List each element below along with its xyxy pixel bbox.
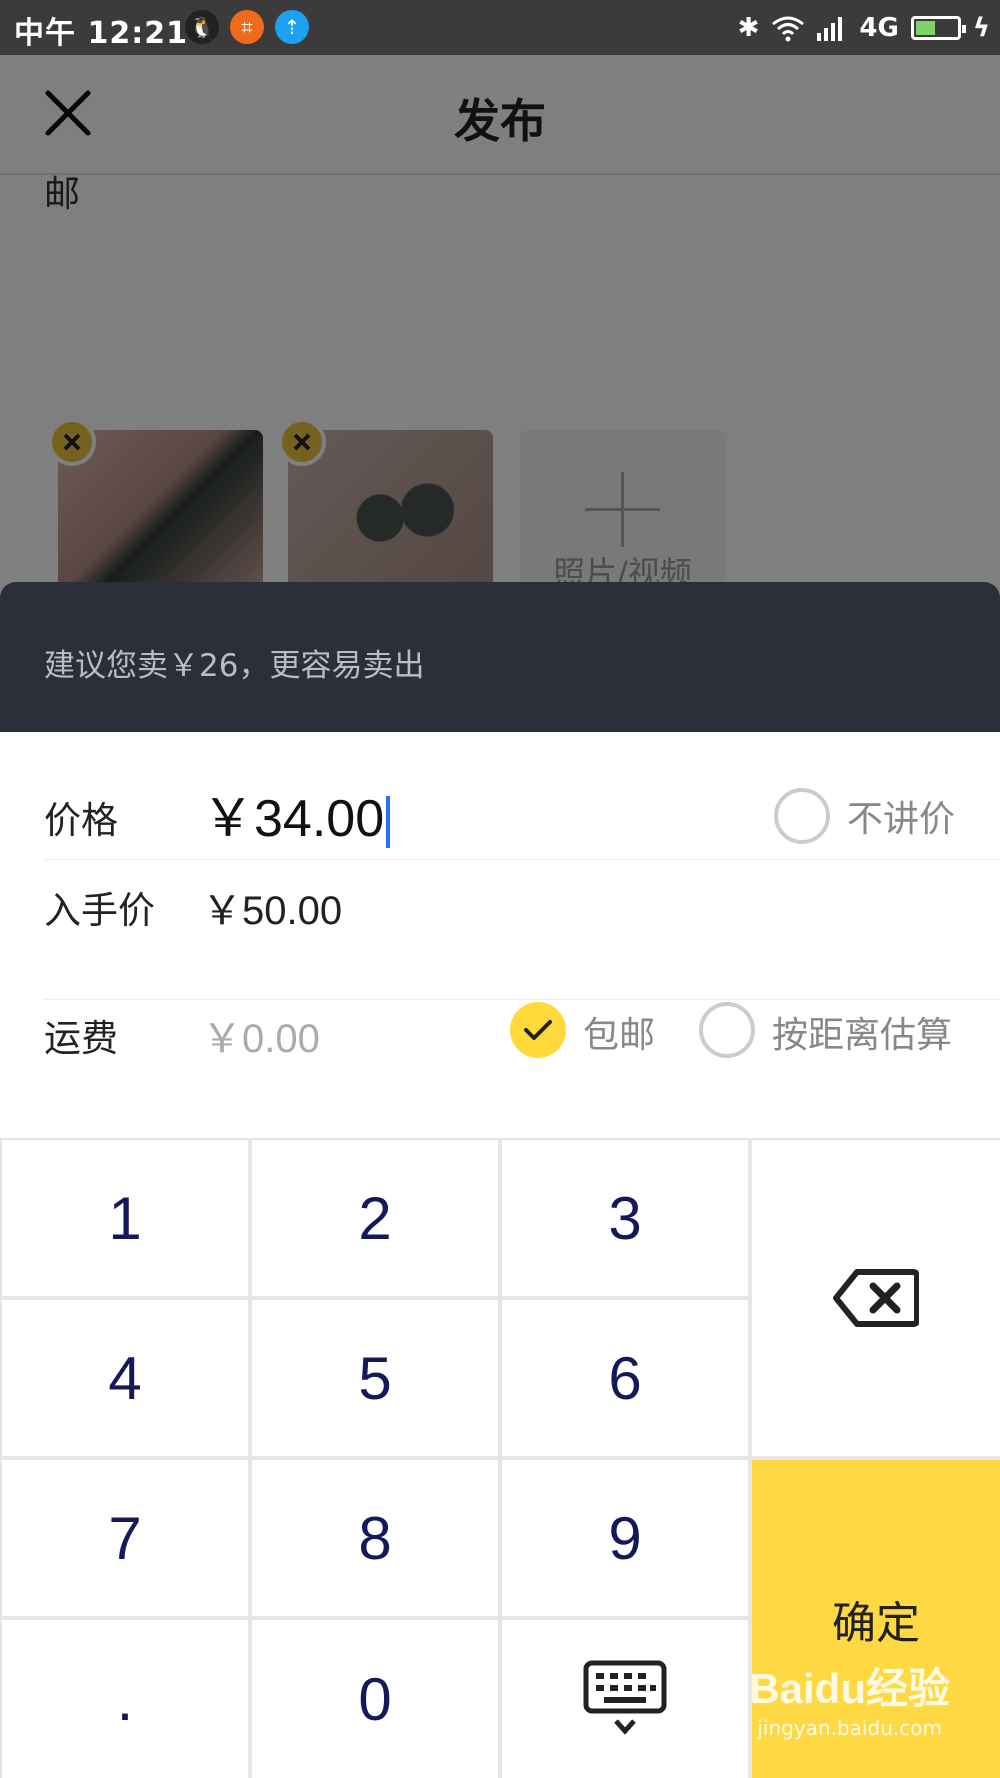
price-row: 价格 ￥34.00 不讲价 bbox=[44, 732, 1000, 860]
upload-icon: ⇡ bbox=[275, 10, 309, 44]
free-shipping-radio[interactable] bbox=[510, 1002, 566, 1058]
price-label: 价格 bbox=[44, 799, 118, 842]
backspace-button[interactable] bbox=[752, 1140, 1000, 1456]
key-8[interactable]: 8 bbox=[252, 1460, 498, 1616]
distance-shipping-label[interactable]: 按距离估算 bbox=[772, 1006, 952, 1058]
status-time: 中午 12:21 bbox=[14, 16, 188, 51]
crop-app-icon: ⌗ bbox=[230, 10, 264, 44]
key-dot[interactable]: . bbox=[2, 1620, 248, 1778]
bluetooth-icon: ✱ bbox=[737, 13, 760, 43]
watermark: Baidu经验 jingyan.baidu.com bbox=[749, 1655, 950, 1740]
qq-icon: 🐧 bbox=[185, 10, 219, 44]
key-7[interactable]: 7 bbox=[2, 1460, 248, 1616]
price-value: ￥34.00 bbox=[202, 790, 385, 848]
status-bar: 中午 12:21 🐧 ⌗ ⇡ ✱ 4G ϟ bbox=[0, 0, 1000, 55]
text-cursor bbox=[386, 796, 391, 849]
price-input[interactable]: ￥34.00 bbox=[202, 776, 391, 851]
hide-keyboard-button[interactable] bbox=[502, 1620, 748, 1778]
key-0[interactable]: 0 bbox=[252, 1620, 498, 1778]
wifi-icon bbox=[772, 16, 805, 42]
watermark-logo: Baidu经验 bbox=[749, 1665, 950, 1712]
price-form: 价格 ￥34.00 不讲价 入手价 ￥50.00 运费 ￥0.00 包邮 按距离… bbox=[0, 732, 1000, 1140]
no-bargain-label[interactable]: 不讲价 bbox=[847, 790, 955, 842]
key-3[interactable]: 3 bbox=[502, 1140, 748, 1296]
suggestion-text: 建议您卖￥26，更容易卖出 bbox=[44, 648, 425, 684]
check-icon bbox=[524, 1020, 552, 1040]
battery-icon bbox=[910, 16, 966, 40]
shipping-row: 运费 ￥0.00 包邮 按距离估算 bbox=[44, 1002, 1000, 1136]
price-suggestion-banner: 建议您卖￥26，更容易卖出 bbox=[0, 582, 1000, 732]
charging-icon: ϟ bbox=[972, 13, 990, 43]
key-4[interactable]: 4 bbox=[2, 1300, 248, 1456]
signal-icon bbox=[817, 17, 843, 41]
distance-shipping-radio[interactable] bbox=[699, 1002, 755, 1058]
backspace-icon bbox=[833, 1269, 919, 1327]
original-price-row[interactable]: 入手价 ￥50.00 bbox=[44, 880, 1000, 1000]
original-price-label: 入手价 bbox=[44, 889, 155, 932]
status-right: ✱ 4G ϟ bbox=[738, 6, 990, 50]
network-type: 4G bbox=[859, 13, 899, 43]
key-9[interactable]: 9 bbox=[502, 1460, 748, 1616]
key-2[interactable]: 2 bbox=[252, 1140, 498, 1296]
free-shipping-label[interactable]: 包邮 bbox=[583, 1006, 655, 1058]
shipping-value[interactable]: ￥0.00 bbox=[202, 1006, 320, 1064]
key-1[interactable]: 1 bbox=[2, 1140, 248, 1296]
key-5[interactable]: 5 bbox=[252, 1300, 498, 1456]
no-bargain-radio[interactable] bbox=[774, 788, 830, 844]
shipping-label: 运费 bbox=[44, 1017, 118, 1060]
watermark-url: jingyan.baidu.com bbox=[757, 1716, 942, 1740]
original-price-value: ￥50.00 bbox=[202, 889, 343, 933]
keyboard-hide-icon bbox=[583, 1660, 667, 1735]
key-6[interactable]: 6 bbox=[502, 1300, 748, 1456]
